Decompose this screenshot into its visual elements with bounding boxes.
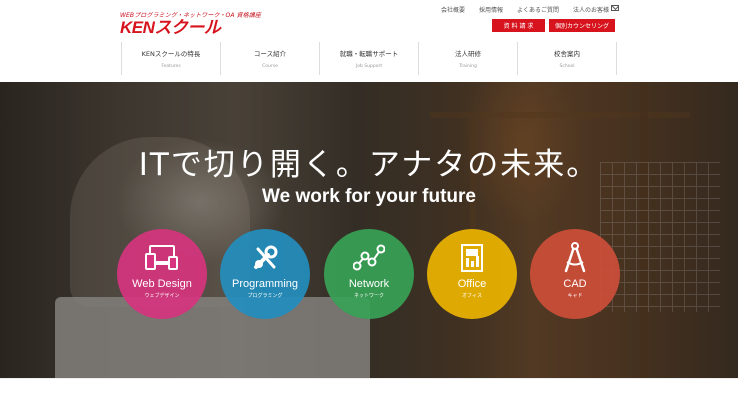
course-sublabel: キャド bbox=[567, 293, 583, 299]
nav-sublabel: Training bbox=[459, 64, 477, 69]
util-link-company[interactable]: 会社概要 bbox=[441, 5, 465, 14]
document-icon bbox=[454, 243, 490, 273]
course-label: Network bbox=[348, 278, 390, 290]
util-link-recruit[interactable]: 採用情報 bbox=[479, 5, 503, 14]
util-link-corporate[interactable]: 法人のお客様 bbox=[573, 5, 609, 14]
hero-catchphrase: ITで切り開く。アナタの未来。 bbox=[138, 147, 600, 183]
tools-icon bbox=[247, 243, 283, 273]
course-label: Web Design bbox=[132, 278, 192, 290]
nav-label: 法人研修 bbox=[455, 50, 481, 58]
devices-icon bbox=[144, 243, 180, 273]
network-icon bbox=[351, 243, 387, 273]
course-sublabel: ウェブデザイン bbox=[144, 293, 180, 299]
counseling-button[interactable]: 個別カウンセリング bbox=[549, 19, 615, 32]
global-nav: KENスクールの特長 Features コース紹介 Course 就職・転職サポ… bbox=[121, 42, 617, 75]
course-sublabel: オフィス bbox=[462, 293, 482, 299]
nav-label: 校舎案内 bbox=[554, 50, 580, 58]
hero-section: ITで切り開く。アナタの未来。 We work for your future … bbox=[0, 82, 738, 378]
nav-item-course[interactable]: コース紹介 Course bbox=[221, 42, 320, 75]
course-network[interactable]: Network ネットワーク bbox=[324, 229, 414, 319]
site-header: WEBプログラミング・ネットワーク・OA 資格講座 KENスクール 会社概要 採… bbox=[0, 0, 738, 82]
nav-sublabel: Features bbox=[161, 64, 181, 69]
nav-item-training[interactable]: 法人研修 Training bbox=[419, 42, 518, 75]
course-sublabel: ネットワーク bbox=[353, 293, 384, 299]
compass-icon bbox=[557, 242, 593, 273]
utility-links: 会社概要 採用情報 よくあるご質問 法人のお客様 bbox=[441, 3, 620, 15]
nav-item-school[interactable]: 校舎案内 School bbox=[518, 42, 617, 75]
util-link-faq[interactable]: よくあるご質問 bbox=[517, 5, 559, 14]
site-logo[interactable]: WEBプログラミング・ネットワーク・OA 資格講座 KENスクール bbox=[120, 10, 261, 37]
content-area bbox=[0, 378, 738, 403]
nav-label: コース紹介 bbox=[253, 50, 287, 58]
course-sublabel: プログラミング bbox=[247, 293, 283, 299]
logo-name: KENスクール bbox=[120, 18, 221, 37]
course-label: CAD bbox=[563, 278, 587, 290]
hero-subtitle: We work for your future bbox=[262, 186, 476, 207]
nav-sublabel: Course bbox=[262, 64, 278, 69]
course-cad[interactable]: CAD キャド bbox=[530, 229, 620, 319]
course-office[interactable]: Office オフィス bbox=[427, 229, 517, 319]
course-web-design[interactable]: Web Design ウェブデザイン bbox=[117, 229, 207, 319]
nav-sublabel: School bbox=[559, 64, 575, 69]
course-programming[interactable]: Programming プログラミング bbox=[220, 229, 310, 319]
course-label: Programming bbox=[231, 278, 299, 290]
nav-label: KENスクールの特長 bbox=[141, 50, 201, 58]
course-label: Office bbox=[457, 278, 487, 290]
mail-icon[interactable] bbox=[611, 5, 620, 11]
nav-item-job-support[interactable]: 就職・転職サポート Job Support bbox=[320, 42, 419, 75]
request-brochure-button[interactable]: 資 料 請 求 bbox=[492, 19, 545, 32]
nav-label: 就職・転職サポート bbox=[339, 50, 399, 58]
nav-item-features[interactable]: KENスクールの特長 Features bbox=[122, 42, 221, 75]
nav-sublabel: Job Support bbox=[355, 64, 383, 69]
